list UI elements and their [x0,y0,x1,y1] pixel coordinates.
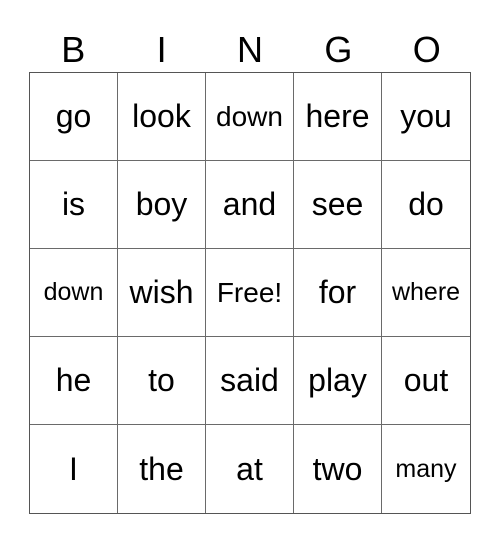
bingo-cell: many [395,454,457,483]
header-letter-i: I [156,29,167,70]
bingo-cell: he [30,337,118,425]
bingo-cell: you [382,73,470,161]
bingo-cell: here [294,73,382,161]
bingo-cell: and [206,161,294,249]
header-letter-b: B [61,29,86,70]
free-space-cell: Free! [206,249,294,337]
bingo-cell: out [382,337,470,425]
bingo-header: B I N G O [29,28,471,72]
bingo-cell: down [30,249,118,337]
bingo-cell: down [206,73,294,161]
bingo-card-grid: go look down here you is boy and see do … [29,72,471,514]
bingo-cell: for [294,249,382,337]
bingo-cell: go [30,73,118,161]
header-letter-g: G [324,29,353,70]
bingo-cell: to [118,337,206,425]
bingo-cell: is [30,161,118,249]
bingo-cell: said [206,337,294,425]
bingo-cell: see [294,161,382,249]
bingo-cell: wish [118,249,206,337]
bingo-cell: do [382,161,470,249]
header-letter-o: O [412,29,441,70]
bingo-cell: look [118,73,206,161]
bingo-cell: where [382,249,470,337]
bingo-cell: two [294,425,382,513]
bingo-cell: at [206,425,294,513]
bingo-cell: play [294,337,382,425]
bingo-cell: boy [118,161,206,249]
bingo-cell: the [118,425,206,513]
header-letter-n: N [236,29,263,70]
bingo-cell: I [30,425,118,513]
